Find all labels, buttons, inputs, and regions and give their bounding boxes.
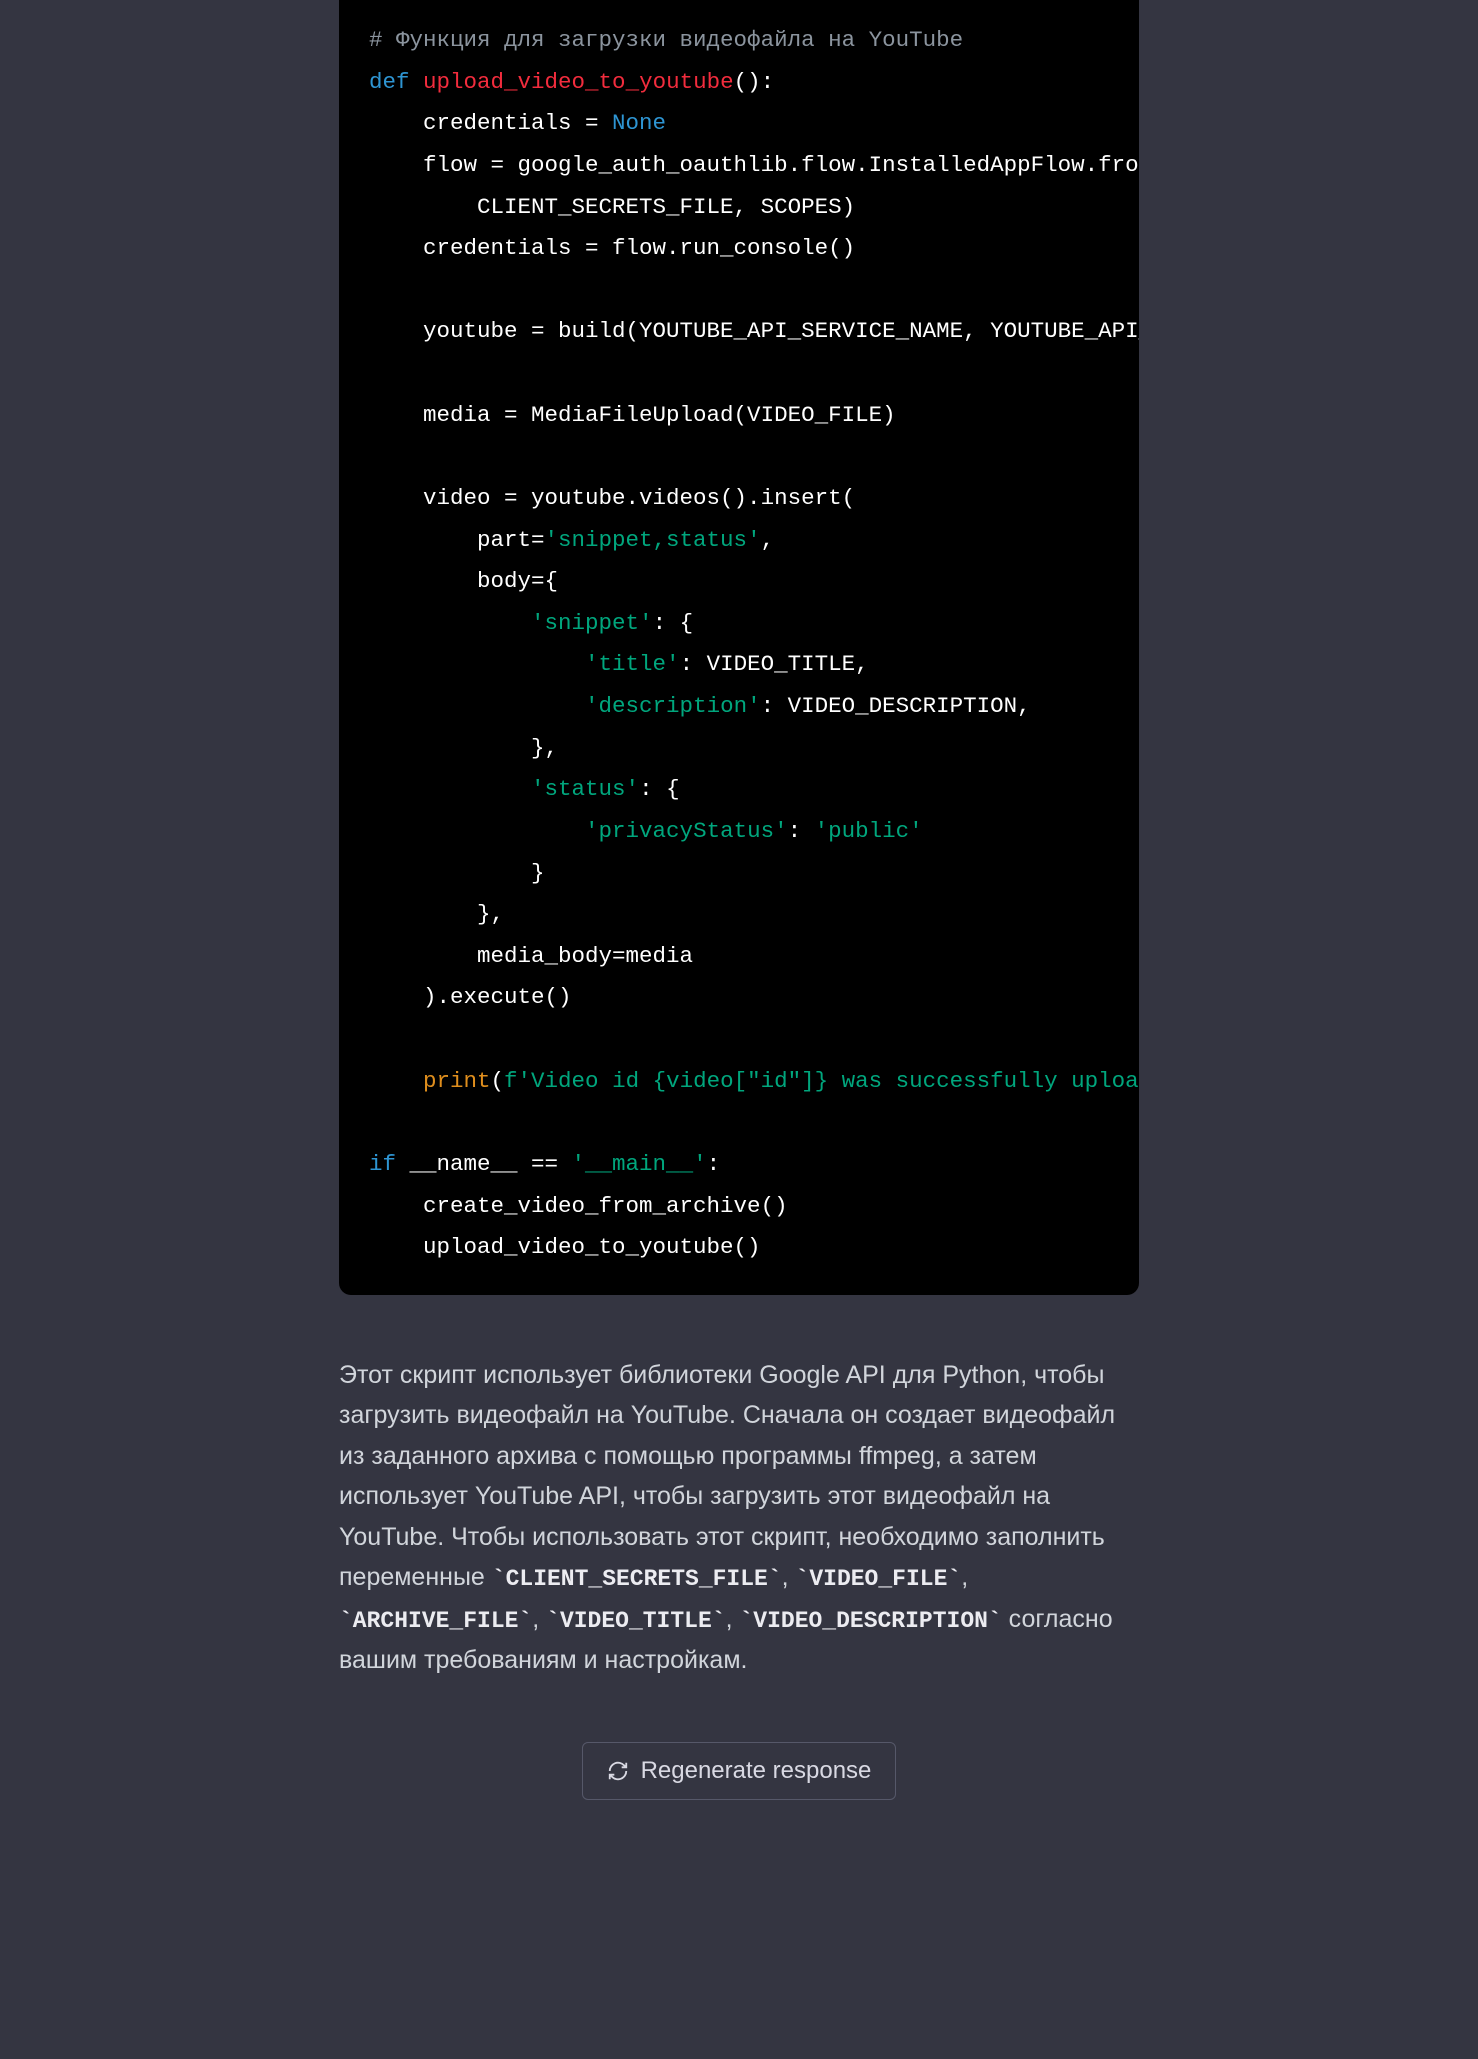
inline-code-var: `ARCHIVE_FILE` bbox=[339, 1608, 532, 1634]
inline-code-var: `VIDEO_TITLE` bbox=[546, 1608, 725, 1634]
regenerate-response-label: Regenerate response bbox=[641, 1757, 872, 1785]
refresh-icon bbox=[607, 1760, 629, 1782]
inline-code-var: `VIDEO_FILE` bbox=[796, 1566, 962, 1592]
explanation-paragraph: Этот скрипт использует библиотеки Google… bbox=[339, 1355, 1139, 1681]
code-print: print bbox=[423, 1068, 491, 1094]
code-comment: # Функция для загрузки видеофайла на You… bbox=[369, 27, 963, 53]
inline-code-var: `CLIENT_SECRETS_FILE` bbox=[492, 1566, 782, 1592]
explanation-text: Этот скрипт использует библиотеки Google… bbox=[339, 1361, 1115, 1592]
code-keyword-def: def bbox=[369, 69, 410, 95]
regenerate-response-button[interactable]: Regenerate response bbox=[582, 1742, 897, 1800]
code-keyword-if: if bbox=[369, 1151, 396, 1177]
code-none: None bbox=[612, 110, 666, 136]
code-function-name: upload_video_to_youtube bbox=[423, 69, 734, 95]
inline-code-var: `VIDEO_DESCRIPTION` bbox=[739, 1608, 1001, 1634]
code-block: # Функция для загрузки видеофайла на You… bbox=[339, 0, 1139, 1295]
